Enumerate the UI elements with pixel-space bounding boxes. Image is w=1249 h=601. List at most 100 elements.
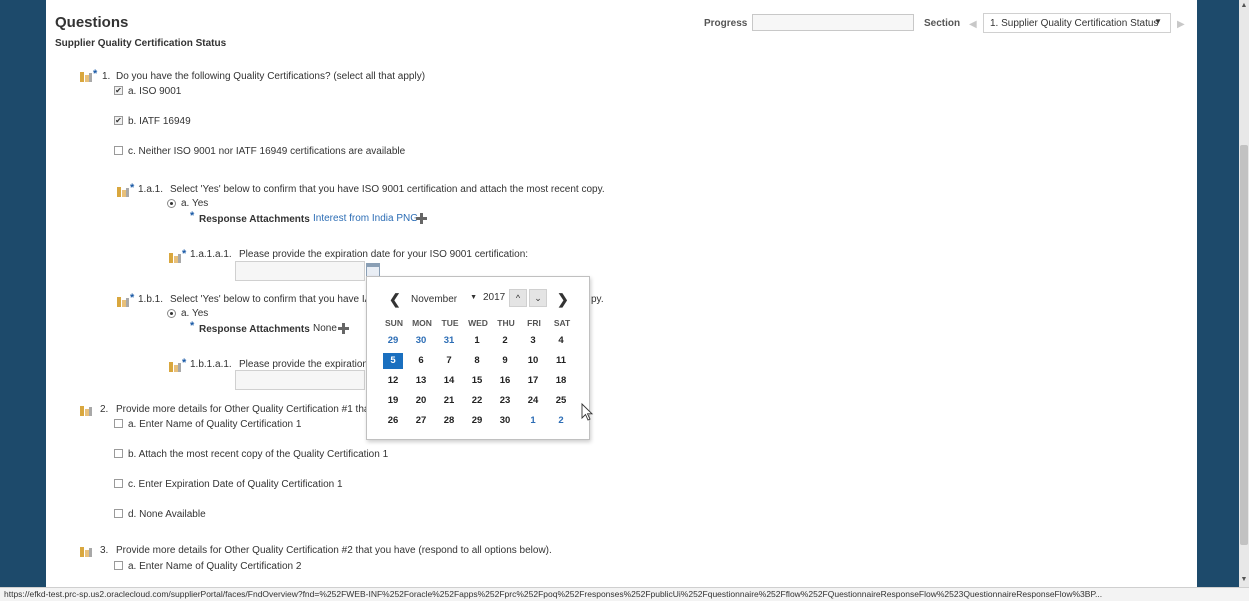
radio-yes[interactable] [167,199,176,208]
scrollbar-thumb[interactable] [1240,145,1248,545]
calendar-day[interactable]: 10 [523,353,543,369]
option-label: b. IATF 16949 [128,116,191,127]
year-field[interactable]: 2017 [483,292,505,303]
next-section-icon[interactable]: ▶ [1177,19,1185,30]
calendar-day[interactable]: 1 [523,413,543,429]
checkbox-iso-9001[interactable]: ✔ [114,86,123,95]
checkbox-expiration-cert-1[interactable] [114,479,123,488]
calendar-day[interactable]: 5 [383,353,403,369]
month-select[interactable]: November ▼ [405,291,481,309]
calendar-day[interactable]: 28 [439,413,459,429]
section-subtitle: Supplier Quality Certification Status [55,38,227,49]
question-text-tail: py. [591,294,604,305]
calendar-day[interactable]: 17 [523,373,543,389]
checkbox-iatf-16949[interactable]: ✔ [114,116,123,125]
calendar-day[interactable]: 27 [411,413,431,429]
option-label: a. Enter Name of Quality Certification 2 [128,561,302,572]
calendar-day[interactable]: 29 [467,413,487,429]
calendar-day[interactable]: 2 [495,333,515,349]
question-number: 1.a.1.a.1. [190,249,232,260]
calendar-day[interactable]: 1 [467,333,487,349]
year-up-button[interactable]: ^ [509,289,527,307]
option-label: c. Neither ISO 9001 nor IATF 16949 certi… [128,146,406,157]
attachments-value: None [313,323,337,334]
radio-yes[interactable] [167,309,176,318]
status-bar: https://efkd-test.prc-sp.us2.oraclecloud… [0,587,1249,601]
required-icon: * [182,357,187,369]
weekday-header: WED [468,318,488,328]
calendar-day[interactable]: 13 [411,373,431,389]
calendar-day[interactable]: 15 [467,373,487,389]
weekday-header: SAT [553,318,571,328]
add-attachment-icon[interactable] [416,213,427,224]
checkbox-none-available[interactable] [114,509,123,518]
section-label: Section [924,18,961,29]
question-icon [169,253,182,263]
section-select[interactable]: 1. Supplier Quality Certification Status… [983,13,1171,33]
question-icon [80,406,93,416]
right-frame [1197,0,1239,587]
left-frame [0,0,46,587]
year-down-button[interactable]: ⌄ [529,289,547,307]
calendar-day[interactable]: 20 [411,393,431,409]
calendar-day[interactable]: 31 [439,333,459,349]
calendar-day[interactable]: 3 [523,333,543,349]
vertical-scrollbar[interactable]: ▲ ▼ [1239,0,1249,587]
scroll-up-icon[interactable]: ▲ [1240,2,1248,9]
calendar-day[interactable]: 23 [495,393,515,409]
chevron-down-icon: ▼ [1154,17,1162,26]
expiration-date-input[interactable] [235,261,365,281]
calendar-day[interactable]: 19 [383,393,403,409]
required-icon: * [93,68,98,80]
chevron-down-icon: ▼ [470,294,477,301]
attachments-label: Response Attachments [199,214,310,225]
calendar-day[interactable]: 30 [495,413,515,429]
question-icon [169,362,182,372]
previous-month-icon[interactable]: ❮ [389,291,401,308]
weekday-header: THU [497,318,515,328]
calendar-day[interactable]: 4 [551,333,571,349]
expiration-date-input[interactable] [235,370,365,390]
calendar-day[interactable]: 2 [551,413,571,429]
calendar-day[interactable]: 6 [411,353,431,369]
required-icon: * [182,248,187,260]
calendar-day[interactable]: 30 [411,333,431,349]
checkbox-neither[interactable] [114,146,123,155]
calendar-day[interactable]: 16 [495,373,515,389]
question-text: Do you have the following Quality Certif… [116,71,426,82]
calendar-day[interactable]: 29 [383,333,403,349]
next-month-icon[interactable]: ❯ [557,291,569,308]
weekday-header: SUN [385,318,403,328]
checkbox-attach-cert-1[interactable] [114,449,123,458]
checkbox-name-cert-2[interactable] [114,561,123,570]
add-attachment-icon[interactable] [338,323,349,334]
calendar-day[interactable]: 18 [551,373,571,389]
question-number: 2. [100,404,109,415]
calendar-day[interactable]: 12 [383,373,403,389]
option-label: a. Yes [181,308,209,319]
scroll-down-icon[interactable]: ▼ [1240,576,1248,583]
calendar-day[interactable]: 9 [495,353,515,369]
calendar-day[interactable]: 14 [439,373,459,389]
weekday-header: TUE [441,318,459,328]
weekday-header: FRI [527,318,541,328]
status-url: https://efkd-test.prc-sp.us2.oraclecloud… [4,589,1103,599]
calendar-day[interactable]: 25 [551,393,571,409]
calendar-day[interactable]: 8 [467,353,487,369]
checkbox-name-cert-1[interactable] [114,419,123,428]
date-picker-popup: ❮ November ▼ 2017 ^ ⌄ ❯ SUN MON TUE WED … [366,276,590,440]
calendar-icon[interactable] [366,263,380,277]
calendar-day[interactable]: 21 [439,393,459,409]
calendar-day[interactable]: 11 [551,353,571,369]
prev-section-icon[interactable]: ◀ [969,19,977,30]
question-number: 1.b.1.a.1. [190,359,232,370]
calendar-day[interactable]: 7 [439,353,459,369]
option-label: a. Enter Name of Quality Certification 1 [128,419,302,430]
calendar-day[interactable]: 22 [467,393,487,409]
option-label: a. Yes [181,198,209,209]
calendar-day[interactable]: 24 [523,393,543,409]
calendar-day[interactable]: 26 [383,413,403,429]
question-icon [80,547,93,557]
question-number: 1.a.1. [138,184,164,195]
attachment-link[interactable]: Interest from India PNG [313,213,418,224]
